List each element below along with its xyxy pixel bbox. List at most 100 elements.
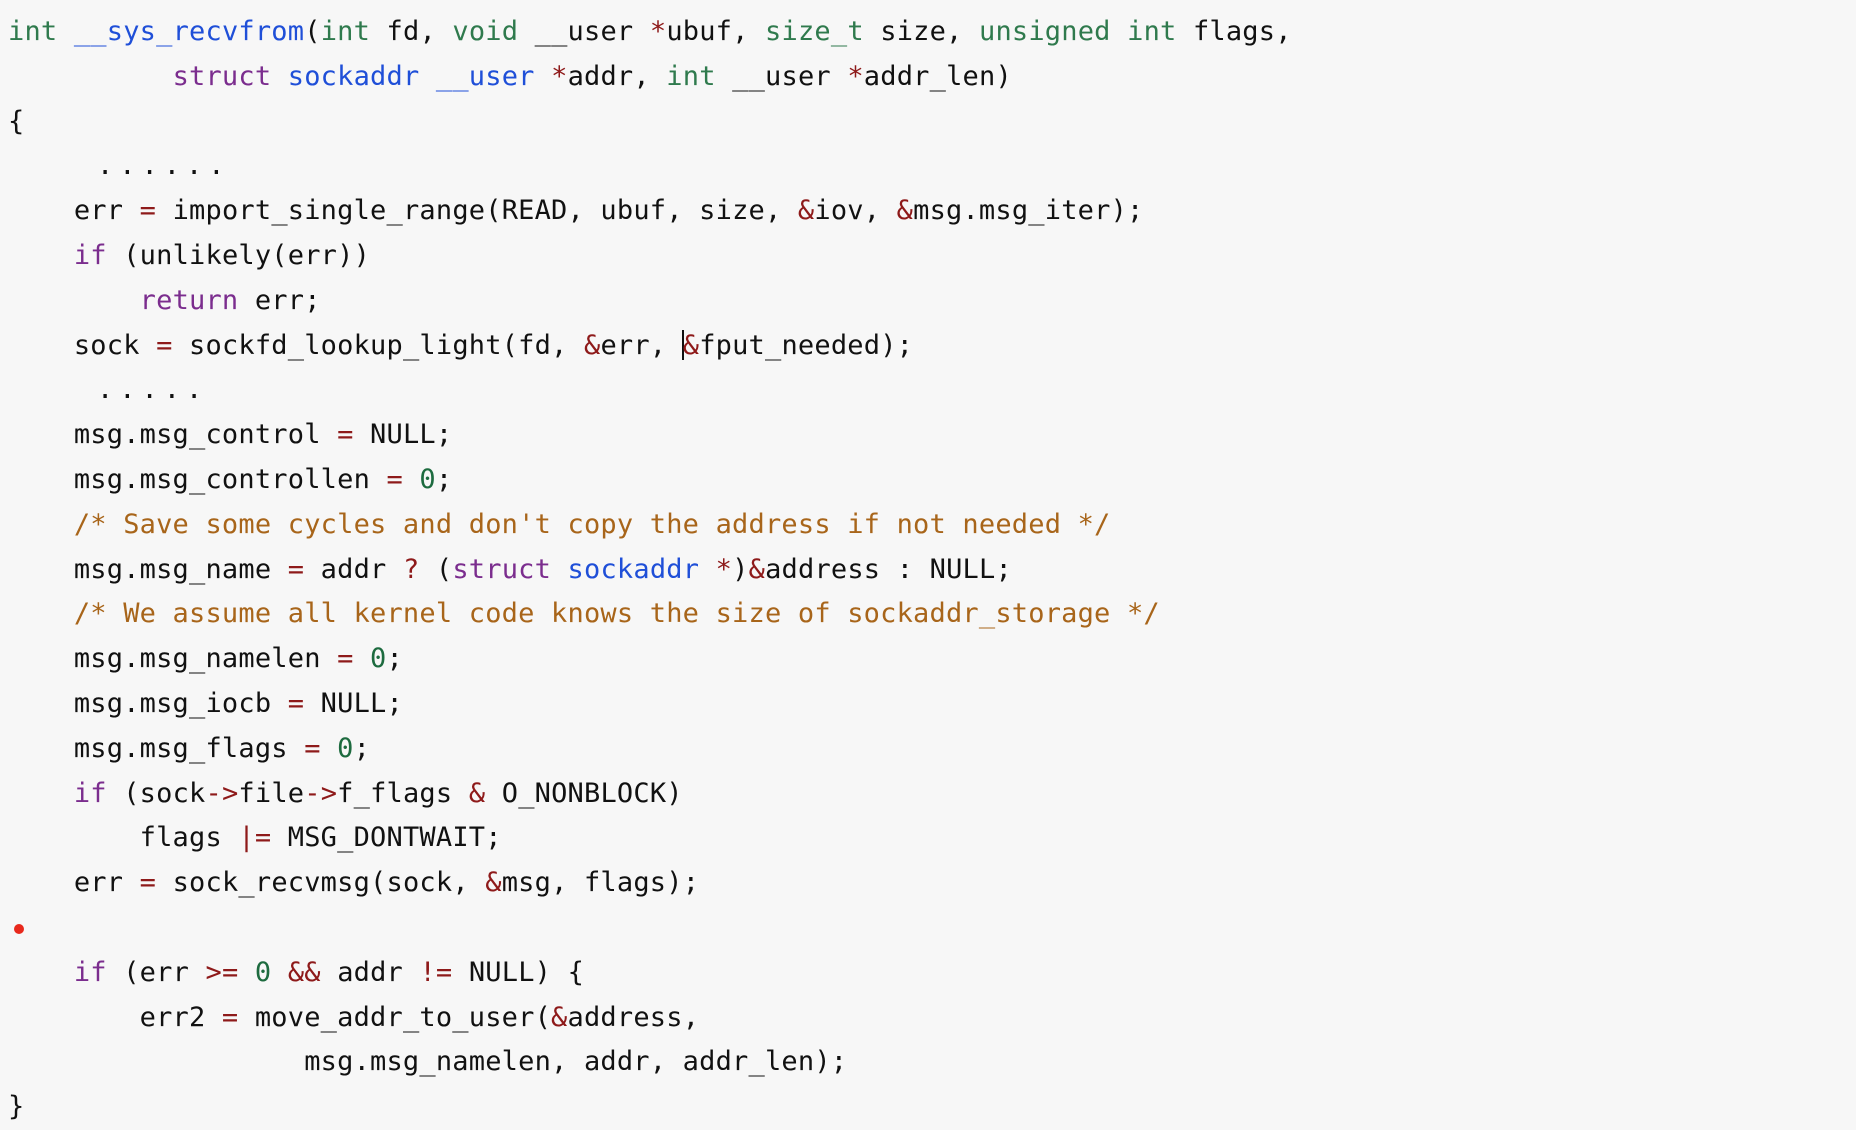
code-line[interactable]: sock = sockfd_lookup_light(fd, &err, &fp… xyxy=(0,324,1856,369)
code-token-plain: addr xyxy=(320,956,420,988)
code-line[interactable]: err = import_single_range(READ, ubuf, si… xyxy=(0,189,1856,234)
code-token-plain: msg.msg_iter); xyxy=(913,195,1144,227)
code-token-plain: MSG_DONTWAIT; xyxy=(271,822,502,854)
code-line[interactable]: msg.msg_control = NULL; xyxy=(0,413,1856,458)
code-token-plain: file xyxy=(238,777,305,809)
code-token-plain: sock xyxy=(8,329,157,361)
code-token-plain: err xyxy=(8,867,140,899)
code-line[interactable]: if (sock->file->f_flags & O_NONBLOCK) xyxy=(0,772,1856,817)
code-line[interactable]: err = sock_recvmsg(sock, &msg, flags); xyxy=(0,861,1856,906)
code-token-plain: __user xyxy=(715,60,848,92)
code-token-plain: msg.msg_namelen xyxy=(8,643,338,675)
code-line[interactable]: err2 = move_addr_to_user(&address, xyxy=(0,996,1856,1041)
code-token-plain: flags, xyxy=(1176,16,1292,47)
code-token-op: != xyxy=(419,956,453,988)
code-token-op: & xyxy=(485,867,502,899)
code-line[interactable]: msg.msg_name = addr ? (struct sockaddr *… xyxy=(0,548,1856,593)
code-token-num: 0 xyxy=(419,463,436,495)
code-token-plain: ) xyxy=(732,553,749,585)
code-line[interactable]: { xyxy=(0,100,1856,145)
code-token-plain: msg.msg_controllen xyxy=(8,463,387,495)
code-token-plain: size, xyxy=(863,16,979,47)
code-viewer[interactable]: int __sys_recvfrom(int fd, void __user *… xyxy=(0,0,1856,1122)
code-token-ident-b: sockaddr xyxy=(287,60,420,92)
code-token-plain: { xyxy=(8,105,25,137)
code-token-op: ? xyxy=(402,553,420,585)
code-line[interactable]: } xyxy=(0,1085,1856,1130)
code-token-plain: ( xyxy=(304,16,321,47)
code-token-op: * xyxy=(649,16,667,47)
code-token-op: & xyxy=(468,777,486,809)
code-token-op: & xyxy=(583,329,601,361)
code-token-num: 0 xyxy=(370,643,387,675)
code-token-plain: (unlikely(err)) xyxy=(106,239,371,271)
code-token-plain: err xyxy=(8,195,140,227)
code-token-plain: msg, flags); xyxy=(501,867,700,899)
code-token-plain: addr xyxy=(304,553,403,585)
code-token-plain: move_addr_to_user( xyxy=(238,1001,552,1033)
code-token-type: int xyxy=(8,16,58,47)
code-line[interactable]: msg.msg_flags = 0; xyxy=(0,727,1856,772)
breakpoint-dot-icon[interactable] xyxy=(14,923,24,934)
code-line[interactable]: ...... xyxy=(0,144,1856,189)
code-line[interactable]: /* We assume all kernel code knows the s… xyxy=(0,592,1856,637)
code-token-op: & xyxy=(797,195,815,227)
code-token-ident-b: sockaddr xyxy=(567,553,700,585)
code-token-comment: /* We assume all kernel code knows the s… xyxy=(73,598,1160,630)
code-token-op: & xyxy=(748,553,766,585)
code-token-plain: addr, xyxy=(567,60,667,92)
code-line[interactable]: ..... xyxy=(0,368,1856,413)
code-token-plain: import_single_range(READ, ubuf, size, xyxy=(156,195,798,227)
code-token-type: void xyxy=(452,16,519,47)
code-token-plain: msg.msg_name xyxy=(8,553,288,585)
code-token-plain: (err xyxy=(106,956,206,988)
code-line[interactable]: if (unlikely(err)) xyxy=(0,234,1856,279)
code-token-type: int xyxy=(320,16,371,47)
code-line[interactable]: return err; xyxy=(0,279,1856,324)
code-token-type: size_t xyxy=(765,16,864,47)
code-line[interactable]: msg.msg_iocb = NULL; xyxy=(0,682,1856,727)
code-token-op: = xyxy=(156,329,173,361)
code-line[interactable]: struct sockaddr __user *addr, int __user… xyxy=(0,55,1856,100)
code-token-plain: NULL; xyxy=(304,687,403,719)
code-line[interactable]: /* Save some cycles and don't copy the a… xyxy=(0,503,1856,548)
code-line[interactable]: msg.msg_controllen = 0; xyxy=(0,458,1856,503)
code-token-plain: NULL) { xyxy=(452,956,585,988)
code-token-plain: flags xyxy=(8,822,239,854)
code-token-plain: ...... xyxy=(8,150,231,182)
code-token-kw: struct xyxy=(452,553,552,585)
code-token-ident-b: __user xyxy=(435,60,535,92)
code-token-plain: ; xyxy=(386,643,403,675)
code-token-type: int xyxy=(1127,16,1177,47)
code-token-op: & xyxy=(896,195,914,227)
code-token-op: -> xyxy=(304,777,338,809)
code-token-plain: addr_len) xyxy=(863,60,1012,92)
code-token-op: |= xyxy=(238,822,272,854)
code-token-kw: return xyxy=(139,284,239,316)
code-line[interactable]: msg.msg_namelen, addr, addr_len); xyxy=(0,1040,1856,1085)
code-line[interactable]: if (err >= 0 && addr != NULL) { xyxy=(0,951,1856,996)
code-token-kw: if xyxy=(73,777,107,809)
code-line[interactable] xyxy=(0,906,1856,951)
code-line[interactable]: flags |= MSG_DONTWAIT; xyxy=(0,816,1856,861)
code-line[interactable]: msg.msg_namelen = 0; xyxy=(0,637,1856,682)
code-line[interactable]: int __sys_recvfrom(int fd, void __user *… xyxy=(0,10,1856,55)
code-token-plain: address, xyxy=(567,1001,700,1033)
code-token-plain: ( xyxy=(419,553,453,585)
code-token-plain: msg.msg_iocb xyxy=(8,687,288,719)
code-token-plain: ; xyxy=(435,463,453,495)
code-token-op: = xyxy=(287,687,305,719)
code-token-op: = xyxy=(337,419,354,451)
code-token-plain: ; xyxy=(353,732,371,764)
code-token-plain: NULL; xyxy=(353,419,453,451)
